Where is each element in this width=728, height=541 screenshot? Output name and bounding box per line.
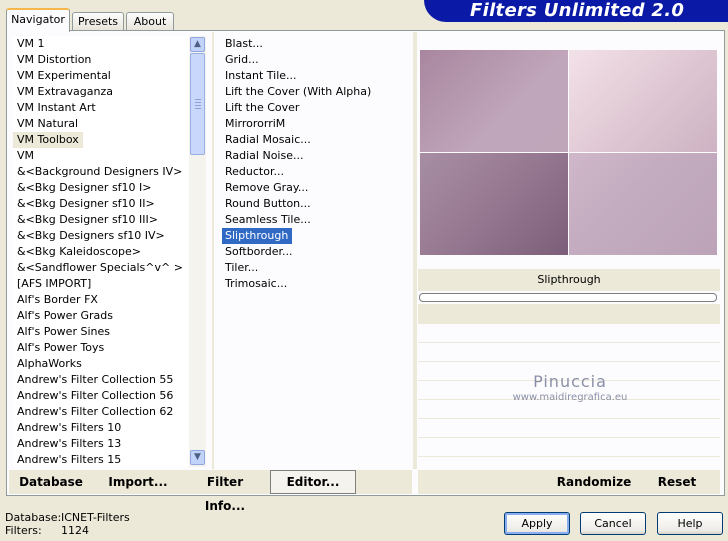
progress-bar — [419, 293, 717, 302]
parameter-row — [418, 345, 720, 362]
filter-item[interactable]: Grid... — [222, 52, 412, 68]
category-item[interactable]: &<Sandflower Specials^v^ > — [13, 260, 189, 276]
help-button[interactable]: Help — [657, 512, 723, 535]
app-title: Filters Unlimited 2.0 — [470, 0, 685, 21]
scroll-up-button[interactable]: ▲ — [190, 37, 205, 52]
import-button[interactable]: Import... — [105, 470, 171, 494]
tab-about[interactable]: About — [126, 12, 174, 30]
category-item[interactable]: &<Bkg Designers sf10 IV> — [13, 228, 189, 244]
database-info: Database:ICNET-Filters Filters: 1124 — [5, 511, 130, 537]
category-item[interactable]: Andrew's Filters 10 — [13, 420, 189, 436]
category-item[interactable]: VM Instant Art — [13, 100, 189, 116]
category-item[interactable]: Andrew's Filter Collection 62 — [13, 404, 189, 420]
filter-item[interactable]: Trimosaic... — [222, 276, 412, 292]
randomize-button[interactable]: Randomize — [554, 470, 634, 494]
category-item[interactable]: &<Bkg Kaleidoscope> — [13, 244, 189, 260]
parameters-header — [418, 304, 720, 324]
category-item[interactable]: Alf's Power Grads — [13, 308, 189, 324]
category-item[interactable]: VM — [13, 148, 189, 164]
preview-image — [420, 50, 717, 255]
parameter-row — [418, 440, 720, 457]
watermark-name: Pinuccia — [533, 372, 607, 391]
database-value: ICNET-Filters — [61, 511, 130, 524]
scroll-thumb[interactable] — [190, 53, 205, 155]
watermark: Pinuccia www.maidiregrafica.eu — [510, 372, 630, 403]
category-item[interactable]: [AFS IMPORT] — [13, 276, 189, 292]
filter-item[interactable]: Round Button... — [222, 196, 412, 212]
scroll-down-button[interactable]: ▼ — [190, 450, 205, 465]
preview-divider — [413, 32, 417, 469]
apply-button[interactable]: Apply — [504, 512, 570, 535]
category-item[interactable]: Andrew's Filters 15 — [13, 452, 189, 467]
category-item[interactable]: Alf's Power Sines — [13, 324, 189, 340]
filters-count: 1124 — [61, 524, 89, 537]
category-list[interactable]: VM 1 VM Distortion VM Experimental VM Extra… — [13, 36, 189, 467]
database-button[interactable]: Database — [15, 470, 87, 494]
category-item[interactable]: &<Bkg Designer sf10 II> — [13, 196, 189, 212]
reset-button[interactable]: Reset — [650, 470, 704, 494]
category-item[interactable]: Andrew's Filter Collection 56 — [13, 388, 189, 404]
filter-item[interactable]: Seamless Tile... — [222, 212, 412, 228]
tab-presets[interactable]: Presets — [72, 12, 124, 30]
category-item[interactable]: Andrew's Filters 13 — [13, 436, 189, 452]
cancel-button[interactable]: Cancel — [580, 512, 646, 535]
filter-item[interactable]: Tiler... — [222, 260, 412, 276]
category-item[interactable]: Alf's Border FX — [13, 292, 189, 308]
filter-item[interactable]: Remove Gray... — [222, 180, 412, 196]
category-item[interactable]: VM Extravaganza — [13, 84, 189, 100]
category-item[interactable]: Alf's Power Toys — [13, 340, 189, 356]
category-item[interactable]: VM 1 — [13, 36, 189, 52]
filter-item[interactable]: Lift the Cover (With Alpha) — [222, 84, 412, 100]
parameter-row — [418, 326, 720, 343]
navigator-toolbar: Database Import... Filter Info... Editor… — [9, 470, 412, 513]
category-scrollbar[interactable]: ▲ ▼ — [189, 36, 206, 467]
watermark-url: www.maidiregrafica.eu — [512, 392, 628, 403]
category-item[interactable]: AlphaWorks — [13, 356, 189, 372]
filter-list[interactable]: Blast... Grid... Instant Tile... Lift the C… — [222, 36, 412, 296]
filter-item[interactable]: Blast... — [222, 36, 412, 52]
filter-item[interactable]: Radial Mosaic... — [222, 132, 412, 148]
tab-navigator[interactable]: Navigator — [6, 8, 70, 32]
category-item[interactable]: &<Background Designers IV> — [13, 164, 189, 180]
preview-toolbar: Randomize Reset — [418, 470, 720, 494]
category-item[interactable]: &<Bkg Designer sf10 I> — [13, 180, 189, 196]
list-divider — [212, 32, 214, 469]
filter-item[interactable]: MirrororriM — [222, 116, 412, 132]
category-item[interactable]: VM Toolbox — [13, 132, 83, 148]
filter-item[interactable]: Lift the Cover — [222, 100, 412, 116]
editor-button[interactable]: Editor... — [270, 470, 356, 494]
filter-item[interactable]: Slipthrough — [222, 228, 293, 244]
parameter-row — [418, 402, 720, 419]
filters-label: Filters: — [5, 524, 42, 537]
category-item[interactable]: VM Distortion — [13, 52, 189, 68]
filter-item[interactable]: Reductor... — [222, 164, 412, 180]
parameter-row — [418, 421, 720, 438]
filter-item[interactable]: Softborder... — [222, 244, 412, 260]
category-item[interactable]: VM Natural — [13, 116, 189, 132]
filter-info-button[interactable]: Filter Info... — [189, 470, 261, 513]
filter-item[interactable]: Instant Tile... — [222, 68, 412, 84]
category-item[interactable]: Andrew's Filter Collection 55 — [13, 372, 189, 388]
filter-item[interactable]: Radial Noise... — [222, 148, 412, 164]
category-item[interactable]: &<Bkg Designer sf10 III> — [13, 212, 189, 228]
database-label: Database: — [5, 511, 62, 524]
selected-filter-name: Slipthrough — [418, 269, 720, 291]
category-item[interactable]: VM Experimental — [13, 68, 189, 84]
